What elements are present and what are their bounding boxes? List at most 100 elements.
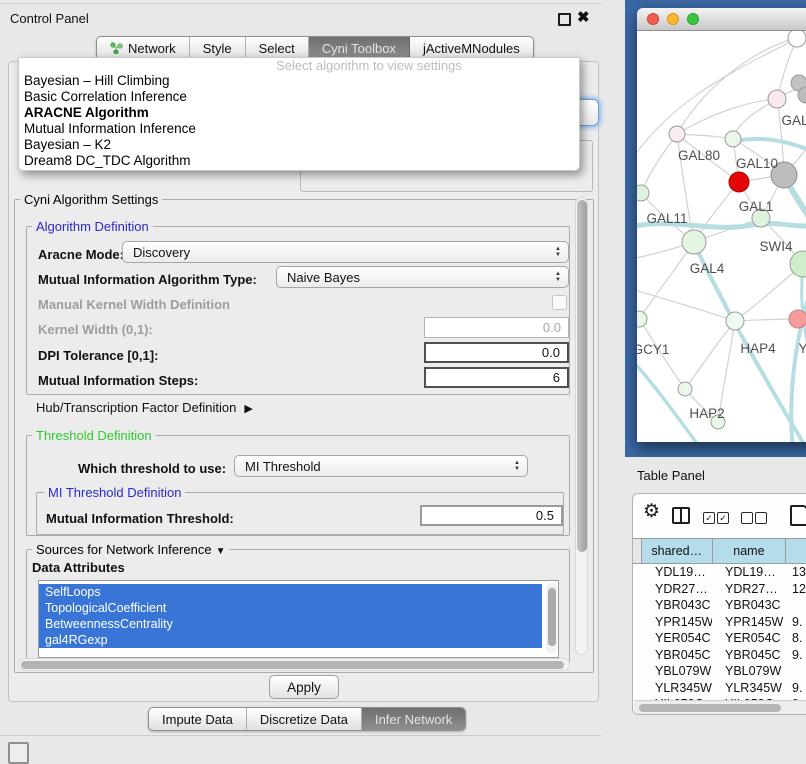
network-edge-highlighted[interactable] xyxy=(735,139,806,153)
network-edge-highlighted[interactable] xyxy=(791,283,806,442)
attribute-item-topologicalcoefficient[interactable]: TopologicalCoefficient xyxy=(39,600,542,616)
table-row[interactable]: YLR345WYLR345W9. xyxy=(633,680,806,697)
dropdown-item-aracne-algorithm[interactable]: ARACNE Algorithm xyxy=(19,105,579,121)
split-columns-icon[interactable] xyxy=(672,507,690,524)
dropdown-item-dream8-dc-tdc-algorithm[interactable]: Dream8 DC_TDC Algorithm xyxy=(19,153,579,169)
group-title-algorithm-definition: Algorithm Definition xyxy=(32,219,153,234)
network-edge[interactable] xyxy=(677,38,797,134)
table-hscrollbar-thumb[interactable] xyxy=(639,704,781,712)
tab-select[interactable]: Select xyxy=(246,37,309,59)
node-unlabeled-top[interactable] xyxy=(788,31,806,47)
tab-label: Network xyxy=(128,41,176,56)
table-row[interactable]: YDL19…YDL19…13 xyxy=(633,564,806,581)
tab-style[interactable]: Style xyxy=(190,37,246,59)
mi-steps-field[interactable]: 6 xyxy=(424,367,569,388)
dpi-tolerance-field[interactable]: 0.0 xyxy=(424,342,569,363)
network-edge[interactable] xyxy=(639,242,694,319)
table-cell: 9. xyxy=(786,615,806,629)
tab-cyni-toolbox[interactable]: Cyni Toolbox xyxy=(309,37,410,59)
mi-type-select[interactable]: Naive Bayes ▲▼ xyxy=(276,266,569,288)
hub-definition-expander[interactable]: Hub/Transcription Factor Definition▶ xyxy=(36,400,253,415)
table-row[interactable]: YPR145WYPR145W9. xyxy=(633,614,806,631)
column-header-3[interactable] xyxy=(786,539,806,563)
group-title-mi-threshold: MI Threshold Definition xyxy=(44,485,185,500)
algorithm-dropdown-popup: Select algorithm to view settings Bayesi… xyxy=(18,57,580,171)
table-row[interactable]: YDR27…YDR27…12 xyxy=(633,581,806,598)
dropdown-item-bayesian-k2[interactable]: Bayesian – K2 xyxy=(19,137,579,153)
settings-vscrollbar-thumb[interactable] xyxy=(577,200,587,552)
node-GAL4[interactable] xyxy=(682,230,706,254)
apply-button[interactable]: Apply xyxy=(269,675,339,699)
node-GCY1[interactable] xyxy=(637,311,647,327)
uncheck-all-icon-1[interactable] xyxy=(741,512,753,524)
table-row[interactable]: YBR045CYBR045C9. xyxy=(633,647,806,664)
table-row[interactable]: YBR043CYBR043C xyxy=(633,597,806,614)
table-cell: YDL19… xyxy=(641,565,712,579)
network-window-titlebar[interactable] xyxy=(637,8,806,31)
settings-hscrollbar-thumb[interactable] xyxy=(21,661,564,669)
tab-label: Discretize Data xyxy=(260,712,348,727)
close-traffic-light-icon[interactable] xyxy=(647,13,659,25)
node-pink-top[interactable] xyxy=(768,90,786,108)
network-canvas[interactable]: GALGAL80GAL10GAL1GAL11SWI4GAL4GCY1HAP4YH… xyxy=(637,31,806,442)
column-header-name[interactable]: name xyxy=(713,539,787,563)
table-hscrollbar-track[interactable] xyxy=(634,700,806,714)
group-title-sources[interactable]: Sources for Network Inference▼ xyxy=(32,542,229,557)
control-panel-window: Control Panel ✖ NetworkStyleSelectCyni T… xyxy=(0,0,601,736)
mi-threshold-field[interactable]: 0.5 xyxy=(420,505,563,526)
node-GAL80[interactable] xyxy=(669,126,685,142)
network-edge[interactable] xyxy=(677,99,777,134)
dropdown-item-mutual-information-inference[interactable]: Mutual Information Inference xyxy=(19,121,579,137)
table-cell: 9. xyxy=(786,681,806,695)
bottom-tabs: Impute Data Discretize Data Infer Network xyxy=(148,707,466,731)
split-pane-divider[interactable] xyxy=(601,0,625,762)
table-cell: YBR045C xyxy=(712,648,786,662)
table-cell: YDR27… xyxy=(641,582,712,596)
table-header-row: shared…name xyxy=(633,538,806,564)
float-panel-icon[interactable] xyxy=(558,13,571,26)
node-pink-right[interactable] xyxy=(789,310,806,328)
list-scrollbar-thumb[interactable] xyxy=(548,588,556,646)
check-all-icon-2[interactable]: ✓ xyxy=(717,512,729,524)
node-red[interactable] xyxy=(729,172,749,192)
combo-arrows-icon: ▲▼ xyxy=(555,246,561,258)
attribute-item-betweennesscentrality[interactable]: BetweennessCentrality xyxy=(39,616,542,632)
minimized-panel-icon[interactable] xyxy=(8,742,29,764)
manual-kernel-checkbox[interactable] xyxy=(552,295,567,310)
node-HAP4[interactable] xyxy=(726,312,744,330)
close-icon[interactable]: ✖ xyxy=(577,8,590,26)
network-edge[interactable] xyxy=(685,321,735,389)
table-row[interactable]: YBL079WYBL079W xyxy=(633,663,806,680)
tab-discretize-data[interactable]: Discretize Data xyxy=(247,708,362,730)
node-left-green[interactable] xyxy=(637,185,649,201)
column-header-shared[interactable]: shared… xyxy=(642,539,713,563)
network-edge-highlighted[interactable] xyxy=(637,359,701,442)
zoom-traffic-light-icon[interactable] xyxy=(687,13,699,25)
list-scrollbar-track[interactable] xyxy=(546,583,557,654)
node-GAL10[interactable] xyxy=(725,131,741,147)
network-edge[interactable] xyxy=(641,134,677,193)
tab-jactivemnodules[interactable]: jActiveMNodules xyxy=(410,37,533,59)
tab-network[interactable]: Network xyxy=(97,37,190,59)
which-threshold-select[interactable]: MI Threshold ▲▼ xyxy=(234,455,528,477)
node-HAP2[interactable] xyxy=(678,382,692,396)
dropdown-item-bayesian-hill-climbing[interactable]: Bayesian – Hill Climbing xyxy=(19,73,579,89)
table-row[interactable]: YER054CYER054C8. xyxy=(633,630,806,647)
sources-title-text: Sources for Network Inference xyxy=(36,542,212,557)
aracne-mode-select[interactable]: Discovery ▲▼ xyxy=(122,241,569,263)
attribute-item-gal4rgexp[interactable]: gal4RGexp xyxy=(39,632,542,648)
node-label-hap4: HAP4 xyxy=(740,341,776,356)
check-all-icon-1[interactable]: ✓ xyxy=(703,512,715,524)
kernel-width-field[interactable]: 0.0 xyxy=(424,317,569,338)
attribute-item-selfloops[interactable]: SelfLoops xyxy=(39,584,542,600)
uncheck-all-icon-2[interactable] xyxy=(755,512,767,524)
data-attributes-list[interactable]: SelfLoopsTopologicalCoefficientBetweenne… xyxy=(38,580,559,658)
mi-steps-label: Mutual Information Steps: xyxy=(38,373,198,388)
gear-icon[interactable]: ⚙ xyxy=(643,500,660,523)
tab-impute-data[interactable]: Impute Data xyxy=(149,708,247,730)
dropdown-item-basic-correlation-inference[interactable]: Basic Correlation Inference xyxy=(19,89,579,105)
minimize-traffic-light-icon[interactable] xyxy=(667,13,679,25)
tab-infer-network[interactable]: Infer Network xyxy=(362,708,465,730)
node-label-gal: GAL xyxy=(781,113,806,128)
page-icon[interactable] xyxy=(790,505,806,526)
